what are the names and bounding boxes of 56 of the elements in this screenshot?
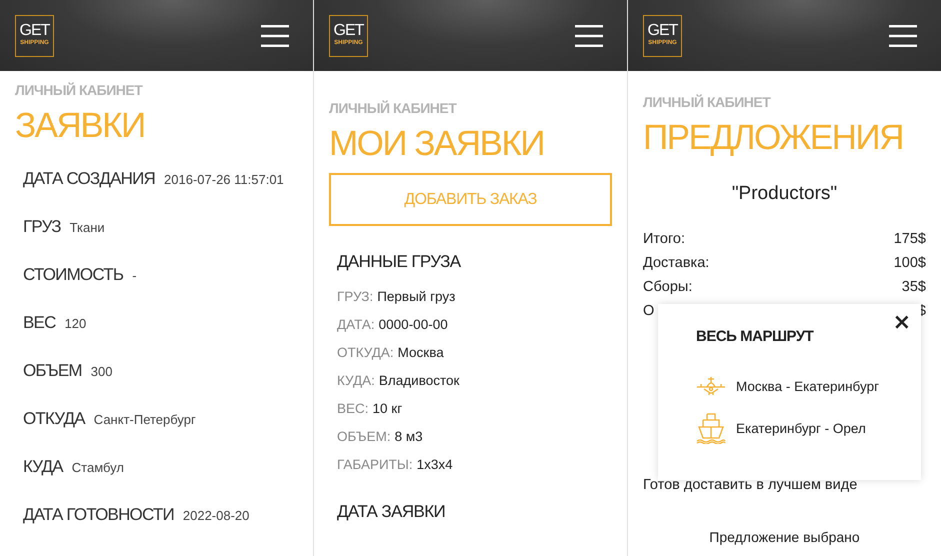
page-subtitle: ЛИЧНЫЙ КАБИНЕТ bbox=[329, 99, 458, 117]
field-label: ДАТА: bbox=[337, 316, 375, 332]
field-label: ОТКУДА: bbox=[337, 344, 394, 360]
field-label: КУДА: bbox=[337, 372, 375, 388]
field-label: ГАБАРИТЫ: bbox=[337, 456, 413, 472]
field-label: ВЕС bbox=[23, 313, 56, 333]
menu-icon[interactable] bbox=[261, 24, 289, 46]
total-value: 100$ bbox=[894, 255, 926, 271]
offer-status: Предложение выбрано bbox=[708, 529, 861, 545]
field-value: 300 bbox=[90, 364, 112, 378]
field-label: ГРУЗ bbox=[23, 217, 61, 237]
total-label: О bbox=[643, 303, 654, 319]
field-label: КУДА bbox=[23, 457, 63, 477]
field-label: ДАТА ГОТОВНОСТИ bbox=[23, 505, 174, 525]
total-value: 175$ bbox=[894, 231, 926, 247]
field-label: СТОИМОСТЬ bbox=[23, 265, 124, 285]
field-value: 120 bbox=[64, 316, 86, 330]
field-value: Москва bbox=[398, 344, 444, 360]
popup-title: ВЕСЬ МАРШРУТ bbox=[696, 328, 815, 345]
ship-icon bbox=[696, 412, 726, 444]
menu-icon[interactable] bbox=[889, 24, 917, 46]
field-label: ГРУЗ: bbox=[337, 288, 374, 304]
total-value: 35$ bbox=[902, 279, 926, 295]
page-title: ПРЕДЛОЖЕНИЯ bbox=[643, 117, 904, 159]
field-value: 10 кг bbox=[372, 400, 402, 416]
total-label: Итого: bbox=[643, 231, 686, 247]
field-value: Первый груз bbox=[377, 288, 456, 304]
field-value: Владивосток bbox=[378, 372, 460, 388]
field-value: 2022-08-20 bbox=[182, 508, 250, 522]
field-label: ДАТА СОЗДАНИЯ bbox=[23, 169, 156, 189]
section-heading: ДАННЫЕ ГРУЗА bbox=[336, 252, 462, 272]
field-value: Санкт-Петербург bbox=[94, 412, 196, 426]
field-value: - bbox=[132, 268, 137, 282]
section-heading: ДАТА ЗАЯВКИ bbox=[336, 502, 446, 522]
route-text: Москва - Екатеринбург bbox=[736, 378, 880, 394]
airplane-icon bbox=[696, 376, 726, 396]
field-value: Стамбул bbox=[72, 460, 124, 474]
field-value: 0000-00-00 bbox=[378, 316, 448, 332]
field-value: 2016-07-26 11:57:01 bbox=[164, 172, 284, 186]
offer-comment: Готов доставить в лучшем виде bbox=[643, 477, 858, 493]
page-title: МОИ ЗАЯВКИ bbox=[329, 123, 545, 165]
field-label: ОБЪЕМ: bbox=[337, 428, 391, 444]
company-name: "Productors" bbox=[730, 183, 838, 205]
total-label: Доставка: bbox=[643, 255, 710, 271]
field-value: 8 м3 bbox=[394, 428, 423, 444]
field-value: Ткани bbox=[70, 220, 105, 234]
route-text: Екатеринбург - Орел bbox=[736, 420, 866, 436]
field-label: ВЕС: bbox=[337, 400, 369, 416]
field-label: ОТКУДА bbox=[23, 409, 85, 429]
page-subtitle: ЛИЧНЫЙ КАБИНЕТ bbox=[643, 93, 772, 111]
page-subtitle: ЛИЧНЫЙ КАБИНЕТ bbox=[15, 81, 144, 99]
menu-icon[interactable] bbox=[575, 24, 603, 46]
total-label: Сборы: bbox=[643, 279, 692, 295]
page-title: ЗАЯВКИ bbox=[15, 105, 146, 147]
field-label: ОБЪЕМ bbox=[23, 361, 82, 381]
field-value: 1x3x4 bbox=[416, 456, 453, 472]
